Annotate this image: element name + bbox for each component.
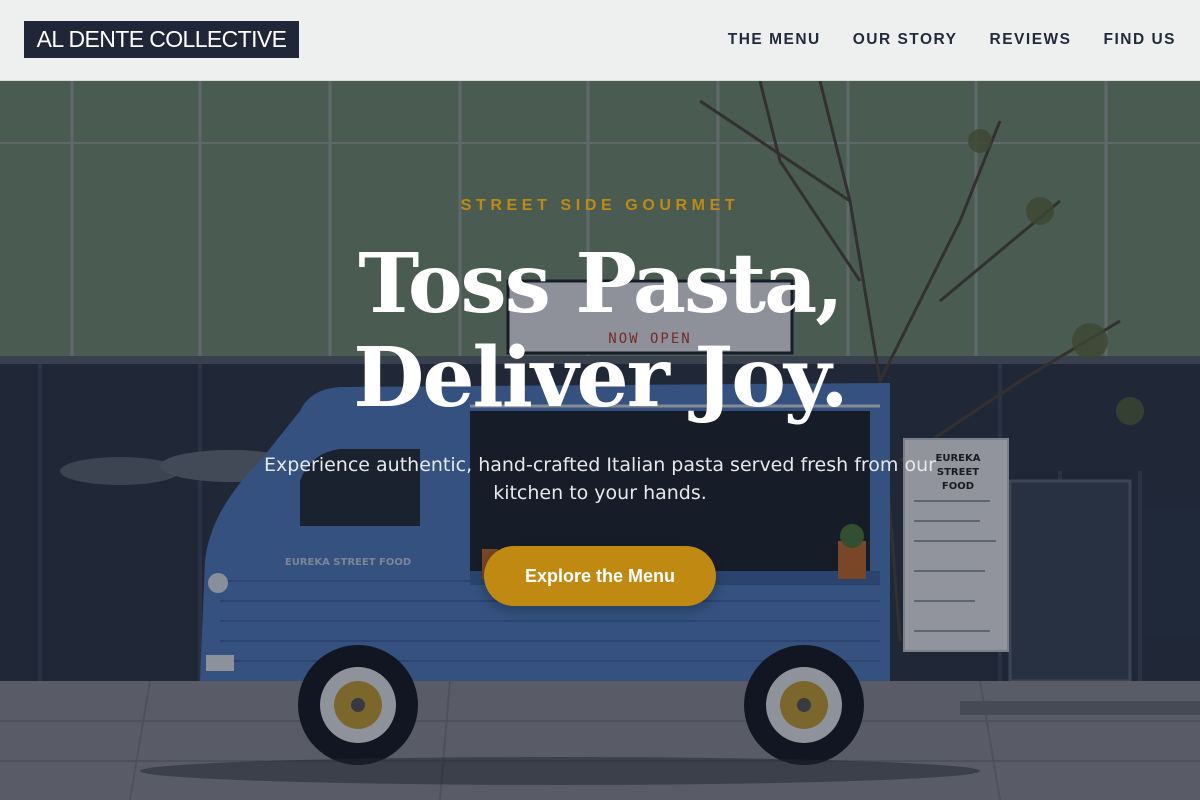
main-nav: THE MENU OUR STORY REVIEWS FIND US — [696, 0, 1176, 80]
nav-link-our-story[interactable]: OUR STORY — [853, 31, 958, 49]
hero-title-line-1: Toss Pasta, — [358, 236, 843, 332]
logo[interactable]: AL DENTE COLLECTIVE — [24, 21, 299, 58]
site-header: AL DENTE COLLECTIVE THE MENU OUR STORY R… — [0, 0, 1200, 81]
hero-kicker: STREET SIDE GOURMET — [460, 197, 740, 214]
hero-subtitle: Experience authentic, hand-crafted Itali… — [264, 454, 936, 504]
nav-link-reviews[interactable]: REVIEWS — [990, 31, 1072, 49]
hero-section: STREET SIDE GOURMET Toss Pasta, Deliver … — [0, 81, 1200, 800]
nav-link-find-us[interactable]: FIND US — [1104, 31, 1177, 49]
hero-title: Toss Pasta, Deliver Joy. — [0, 237, 1200, 425]
hero-title-line-2: Deliver Joy. — [353, 330, 848, 426]
explore-menu-button[interactable]: Explore the Menu — [484, 546, 716, 606]
nav-link-the-menu[interactable]: THE MENU — [728, 31, 821, 49]
